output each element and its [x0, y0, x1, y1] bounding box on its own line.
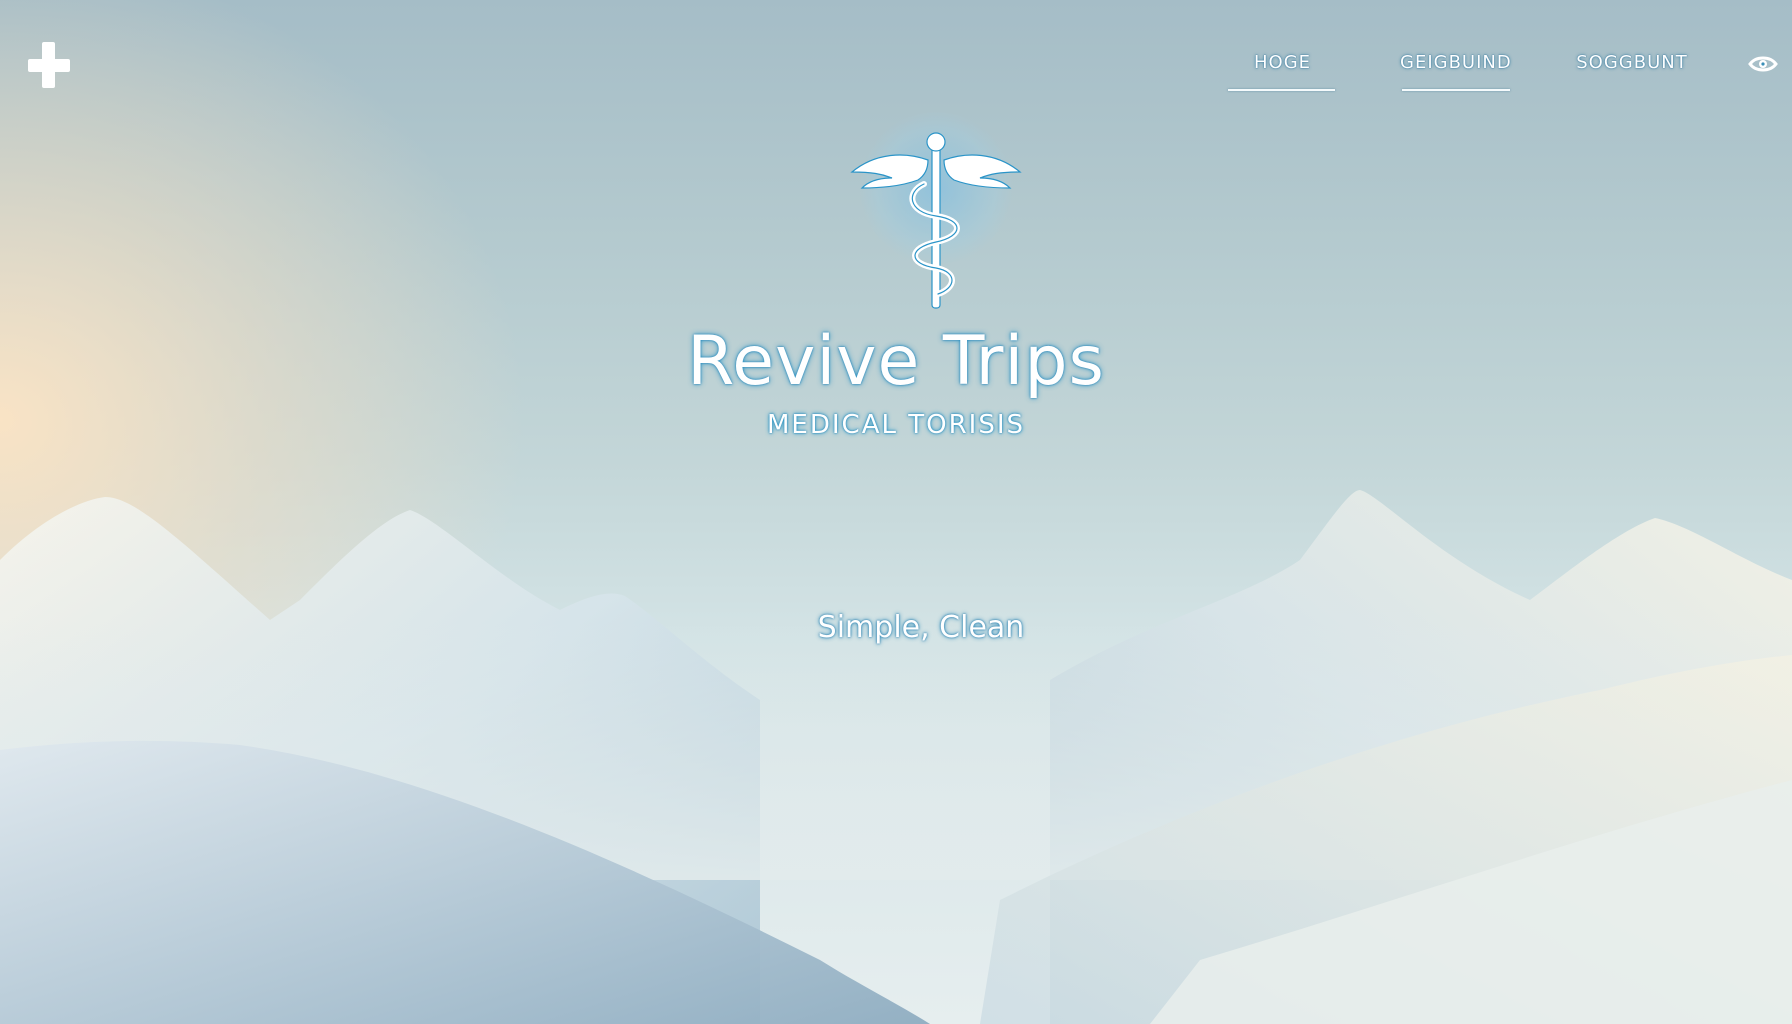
nav-second-link[interactable]: GEIGBUIND [1400, 52, 1511, 73]
nav-home-link[interactable]: HOGE [1230, 52, 1335, 73]
caduceus-emblem [846, 112, 1026, 312]
nav-home-underline [1228, 89, 1335, 91]
nav-third-link[interactable]: SOGGBUNT [1572, 52, 1692, 73]
nav-second-underline [1402, 89, 1510, 91]
plus-logo-icon[interactable] [28, 42, 70, 88]
hero-tagline: Simple, Clean [817, 610, 1025, 645]
caduceus-icon [850, 132, 1022, 309]
brand-subtitle: MEDICAL TORISIS [767, 410, 1025, 440]
brand-title: Revive Trips [687, 322, 1105, 401]
eye-icon[interactable] [1748, 52, 1778, 76]
